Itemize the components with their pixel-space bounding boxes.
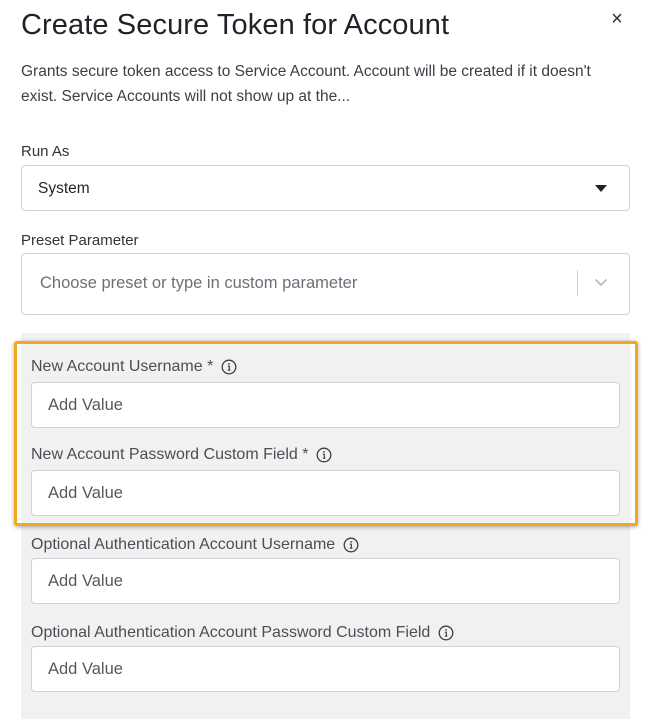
chevron-down-icon[interactable]: [593, 274, 609, 290]
caret-down-icon: [595, 185, 607, 192]
optional-auth-password-input[interactable]: Add Value: [31, 646, 620, 692]
preset-parameter-label: Preset Parameter: [21, 232, 139, 249]
optional-auth-username-label: Optional Authentication Account Username: [31, 536, 359, 554]
preset-placeholder: Choose preset or type in custom paramete…: [40, 274, 358, 292]
run-as-label: Run As: [21, 143, 70, 160]
close-icon[interactable]: ×: [607, 8, 627, 30]
optional-auth-username-input[interactable]: Add Value: [31, 558, 620, 604]
field-label-text: Optional Authentication Account Password…: [31, 624, 431, 641]
run-as-value: System: [38, 180, 90, 197]
run-as-select[interactable]: System: [21, 165, 630, 211]
info-icon[interactable]: [343, 537, 359, 553]
new-account-username-label: New Account Username *: [31, 358, 237, 376]
field-label-text: Optional Authentication Account Username: [31, 536, 336, 553]
dialog-title: Create Secure Token for Account: [21, 9, 450, 41]
optional-auth-password-label: Optional Authentication Account Password…: [31, 624, 454, 642]
combobox-divider: [577, 270, 578, 296]
field-label-text: New Account Password Custom Field *: [31, 446, 309, 463]
preset-parameter-combobox[interactable]: Choose preset or type in custom paramete…: [21, 253, 630, 315]
dialog-description: Grants secure token access to Service Ac…: [21, 63, 591, 105]
new-account-password-input[interactable]: Add Value: [31, 470, 620, 516]
new-account-username-input[interactable]: Add Value: [31, 382, 620, 428]
info-icon[interactable]: [438, 625, 454, 641]
info-icon[interactable]: [316, 447, 332, 463]
field-label-text: New Account Username *: [31, 358, 214, 375]
info-icon[interactable]: [221, 359, 237, 375]
new-account-password-label: New Account Password Custom Field *: [31, 446, 332, 464]
